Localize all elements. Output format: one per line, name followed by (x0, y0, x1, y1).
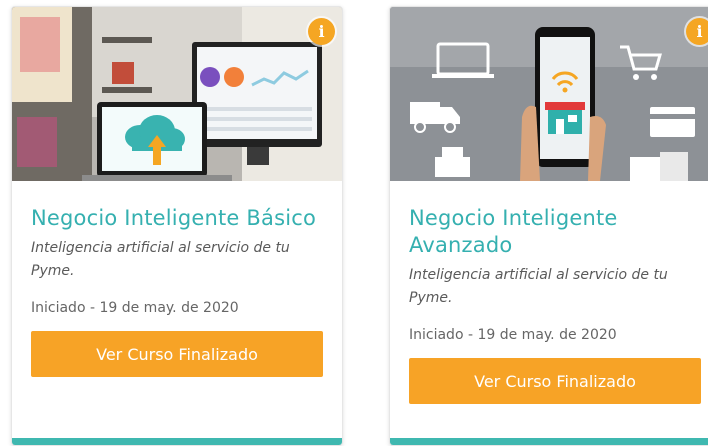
mobile-store-illustration (390, 7, 708, 181)
view-completed-course-button[interactable]: Ver Curso Finalizado (31, 331, 323, 377)
info-icon[interactable]: i (686, 18, 708, 45)
course-status: Iniciado - 19 de may. de 2020 (409, 327, 617, 343)
course-title[interactable]: Negocio Inteligente Avanzado (409, 205, 701, 259)
course-status: Iniciado - 19 de may. de 2020 (31, 300, 239, 316)
course-thumbnail-basico[interactable]: i (12, 7, 342, 181)
cloud-upload-laptop-illustration (12, 7, 342, 181)
course-card-avanzado[interactable]: i Negocio Inteligente Avanzado Inteligen… (389, 6, 708, 446)
course-thumbnail-avanzado[interactable]: i (390, 7, 708, 181)
course-title[interactable]: Negocio Inteligente Básico (31, 205, 323, 232)
course-subtitle: Inteligencia artificial al servicio de t… (31, 240, 290, 279)
info-icon[interactable]: i (308, 18, 335, 45)
course-subtitle: Inteligencia artificial al servicio de t… (409, 267, 668, 306)
course-card-basico[interactable]: i Negocio Inteligente Básico Inteligenci… (11, 6, 343, 446)
view-completed-course-button[interactable]: Ver Curso Finalizado (409, 358, 701, 404)
